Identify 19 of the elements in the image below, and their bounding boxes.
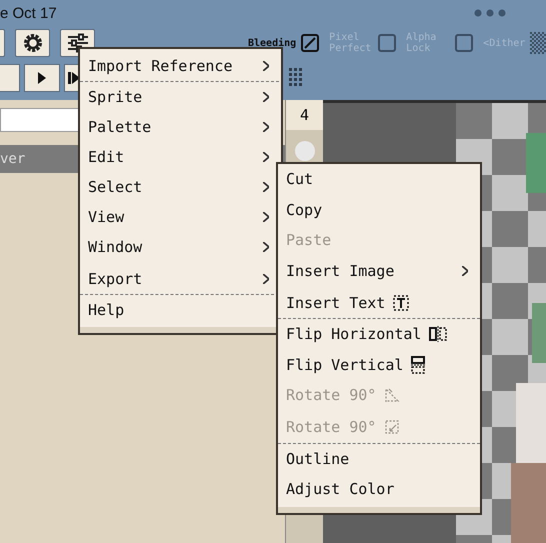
- menu-item[interactable]: Outline: [278, 444, 480, 474]
- menu-item[interactable]: Flip Horizontal: [278, 319, 480, 350]
- menu-item[interactable]: Flip Vertical: [278, 350, 480, 380]
- option-label: Bleeding: [248, 38, 296, 48]
- menu-item[interactable]: Insert Image: [278, 256, 480, 286]
- menu-item[interactable]: Cut: [278, 164, 480, 194]
- menu-item[interactable]: Copy: [278, 194, 480, 225]
- menu-item[interactable]: Adjust Color: [278, 474, 480, 504]
- menu-item[interactable]: Window: [80, 232, 273, 262]
- menu-item[interactable]: View: [80, 202, 273, 232]
- frame-number[interactable]: 4: [286, 100, 323, 130]
- menu-item[interactable]: Import Reference: [80, 49, 279, 82]
- menu-item[interactable]: Palette: [80, 112, 273, 142]
- status-date: e Oct 17: [0, 4, 57, 22]
- menu-item[interactable]: Help: [80, 295, 273, 325]
- menu-item[interactable]: Insert Text: [278, 286, 480, 319]
- menu-item[interactable]: Select: [80, 172, 273, 202]
- menu-item[interactable]: Edit: [80, 142, 273, 172]
- menu-item[interactable]: Sprite: [80, 82, 273, 112]
